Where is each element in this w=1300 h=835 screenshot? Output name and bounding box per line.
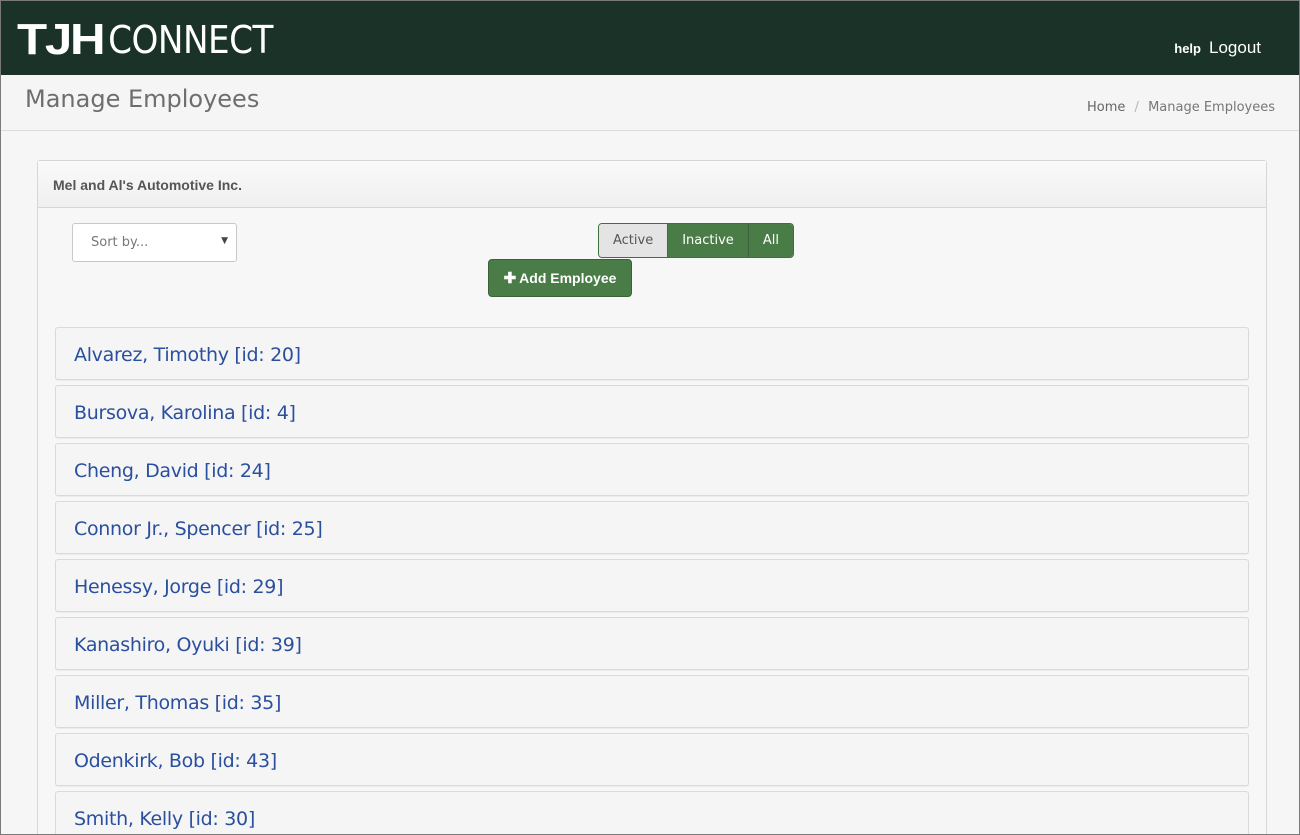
page-title: Manage Employees bbox=[25, 85, 260, 113]
employee-name-link[interactable]: Smith, Kelly [id: 30] bbox=[74, 808, 255, 830]
employee-list-item[interactable]: Odenkirk, Bob [id: 43] bbox=[55, 733, 1249, 786]
employee-list-item[interactable]: Smith, Kelly [id: 30] bbox=[55, 791, 1249, 834]
add-employee-button[interactable]: ✚ Add Employee bbox=[488, 259, 632, 297]
page-header: Manage Employees Home / Manage Employees bbox=[1, 75, 1299, 131]
breadcrumb-separator: / bbox=[1134, 100, 1139, 115]
status-filter-group: Active Inactive All bbox=[598, 223, 794, 258]
sort-by-placeholder: Sort by... bbox=[91, 235, 149, 250]
breadcrumb-current: Manage Employees bbox=[1148, 100, 1275, 115]
breadcrumb: Home / Manage Employees bbox=[1087, 100, 1275, 115]
employee-list-item[interactable]: Henessy, Jorge [id: 29] bbox=[55, 559, 1249, 612]
top-navbar: TJH CONNECT help Logout bbox=[1, 1, 1299, 75]
app-frame: TJH CONNECT help Logout Manage Employees… bbox=[0, 0, 1300, 835]
employee-list-item[interactable]: Cheng, David [id: 24] bbox=[55, 443, 1249, 496]
employee-list-item[interactable]: Miller, Thomas [id: 35] bbox=[55, 675, 1249, 728]
employee-name-link[interactable]: Connor Jr., Spencer [id: 25] bbox=[74, 518, 323, 540]
filter-all-button[interactable]: All bbox=[748, 224, 793, 257]
employee-list-item[interactable]: Bursova, Karolina [id: 4] bbox=[55, 385, 1249, 438]
employee-name-link[interactable]: Henessy, Jorge [id: 29] bbox=[74, 576, 284, 598]
employee-name-link[interactable]: Odenkirk, Bob [id: 43] bbox=[74, 750, 277, 772]
employee-name-link[interactable]: Kanashiro, Oyuki [id: 39] bbox=[74, 634, 302, 656]
sort-by-select[interactable]: Sort by... ▼ bbox=[72, 223, 237, 262]
employee-list-item[interactable]: Alvarez, Timothy [id: 20] bbox=[55, 327, 1249, 380]
filter-inactive-button[interactable]: Inactive bbox=[668, 224, 749, 257]
employee-list-item[interactable]: Kanashiro, Oyuki [id: 39] bbox=[55, 617, 1249, 670]
logout-link[interactable]: Logout bbox=[1209, 38, 1261, 58]
employee-name-link[interactable]: Alvarez, Timothy [id: 20] bbox=[74, 344, 301, 366]
plus-icon: ✚ bbox=[503, 270, 517, 287]
add-employee-label: Add Employee bbox=[519, 270, 617, 286]
logo-bold-text: TJH bbox=[17, 15, 106, 64]
employee-name-link[interactable]: Miller, Thomas [id: 35] bbox=[74, 692, 281, 714]
employee-list: Alvarez, Timothy [id: 20] Bursova, Karol… bbox=[55, 327, 1249, 834]
caret-down-icon: ▼ bbox=[221, 236, 228, 246]
logo-thin-text: CONNECT bbox=[108, 18, 273, 62]
employee-name-link[interactable]: Bursova, Karolina [id: 4] bbox=[74, 402, 296, 424]
employee-list-item[interactable]: Connor Jr., Spencer [id: 25] bbox=[55, 501, 1249, 554]
top-links: help Logout bbox=[1174, 38, 1261, 58]
employees-panel: Mel and Al's Automotive Inc. Sort by... … bbox=[37, 160, 1267, 834]
breadcrumb-home-link[interactable]: Home bbox=[1087, 100, 1125, 115]
filter-active-button[interactable]: Active bbox=[599, 224, 669, 257]
brand-logo[interactable]: TJH CONNECT bbox=[17, 15, 273, 64]
employee-name-link[interactable]: Cheng, David [id: 24] bbox=[74, 460, 271, 482]
company-name-heading: Mel and Al's Automotive Inc. bbox=[38, 161, 1266, 208]
help-link[interactable]: help bbox=[1174, 41, 1201, 56]
